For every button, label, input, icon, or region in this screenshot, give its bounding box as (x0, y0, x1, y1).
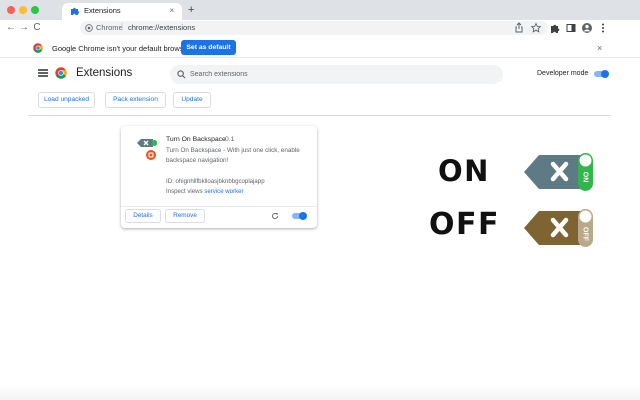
details-button[interactable]: Details (125, 209, 161, 223)
page-bottom-edge (0, 384, 640, 400)
extension-card: Turn On Backspace 0.1 Turn On Backspace … (121, 126, 317, 228)
backspace-key-off-icon: OFF (524, 209, 593, 247)
chrome-site-icon (85, 24, 93, 32)
search-box[interactable] (170, 65, 503, 84)
on-switch-text: ON (582, 172, 589, 183)
close-window-button[interactable] (7, 6, 15, 14)
on-label: ON (438, 154, 490, 188)
load-unpacked-button[interactable]: Load unpacked (38, 92, 95, 108)
extensions-header: Extensions Developer mode Load unpacked … (28, 59, 611, 116)
address-bar[interactable]: Chrome | chrome://extensions (80, 21, 548, 35)
url-text[interactable]: chrome://extensions (128, 23, 195, 32)
browser-toolbar: ← → C Chrome | chrome://extensions (0, 20, 640, 37)
backspace-extension-icon (137, 139, 157, 160)
extension-id: ID: ohignhllfbklloasjbknbbgcoplajapp (166, 178, 265, 185)
minimize-window-button[interactable] (19, 6, 27, 14)
back-button[interactable]: ← (4, 21, 18, 35)
page-title: Extensions (76, 67, 133, 79)
inspect-views-label: Inspect views (166, 188, 203, 195)
service-worker-link[interactable]: service worker (204, 188, 243, 195)
tab-extensions[interactable]: Extensions × (62, 3, 182, 20)
new-tab-button[interactable]: + (188, 4, 194, 16)
tab-title: Extensions (84, 6, 121, 15)
update-button[interactable]: Update (173, 92, 211, 108)
reload-icon[interactable] (271, 212, 279, 220)
profile-avatar-icon[interactable] (581, 22, 593, 34)
more-menu-icon[interactable] (597, 22, 609, 34)
off-label: OFF (429, 207, 500, 242)
share-icon[interactable] (513, 22, 525, 34)
default-browser-infobar: Google Chrome isn't your default browser… (0, 38, 640, 58)
card-divider (121, 206, 317, 207)
maximize-window-button[interactable] (31, 6, 39, 14)
extension-version: 0.1 (225, 136, 235, 143)
reload-button[interactable]: C (30, 21, 44, 35)
backspace-key-on-icon: ON (524, 153, 593, 191)
pack-extension-button[interactable]: Pack extension (105, 92, 166, 108)
chrome-logo-icon (55, 67, 67, 79)
developer-mode-toggle[interactable] (593, 70, 609, 78)
chrome-logo-icon (33, 43, 43, 53)
extension-description: Turn On Backspace - With just one click,… (166, 147, 300, 164)
search-input[interactable] (190, 68, 490, 81)
off-switch-text: OFF (582, 227, 589, 242)
set-default-button[interactable]: Set as default (181, 40, 236, 55)
inspect-views: Inspect views service worker (166, 188, 244, 195)
search-icon (177, 70, 186, 79)
remove-button[interactable]: Remove (165, 209, 205, 223)
bookmark-star-icon[interactable] (530, 22, 542, 34)
url-separator: | (121, 22, 124, 31)
side-panel-icon[interactable] (565, 22, 577, 34)
puzzle-icon (71, 7, 80, 15)
hamburger-menu-icon[interactable] (38, 69, 48, 77)
extension-enable-toggle[interactable] (291, 212, 307, 220)
infobar-message: Google Chrome isn't your default browser (52, 44, 191, 53)
tab-close-button[interactable]: × (169, 6, 174, 15)
tab-strip: Extensions × + (0, 0, 640, 20)
developer-mode-label: Developer mode (537, 70, 589, 77)
infobar-close-button[interactable]: × (597, 43, 602, 53)
forward-button[interactable]: → (17, 21, 31, 35)
extension-name: Turn On Backspace (166, 136, 226, 143)
extensions-puzzle-icon[interactable] (549, 22, 561, 34)
site-chip: Chrome (96, 23, 123, 32)
